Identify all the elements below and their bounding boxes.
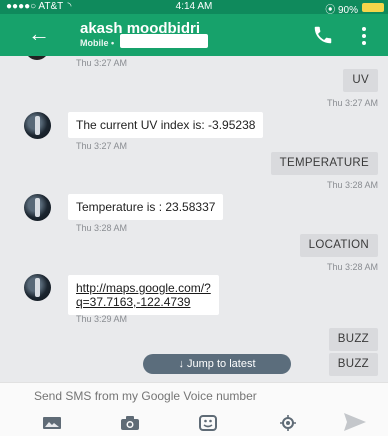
sms-input[interactable] [34,389,334,403]
sticker-icon[interactable] [198,415,218,431]
phone-icon[interactable] [312,24,334,46]
outgoing-message[interactable]: UV [343,69,378,92]
composer [0,382,388,436]
contact-number-label: Mobile • [80,38,115,48]
contact-avatar [25,56,49,60]
outgoing-message[interactable]: LOCATION [299,234,378,257]
image-icon[interactable] [42,415,62,431]
outgoing-message[interactable]: TEMPERATURE [270,152,378,175]
incoming-message[interactable]: Temperature is : 23.58337 [68,194,224,220]
incoming-message-link[interactable]: http://maps.google.com/? q=37.7163,-122.… [68,275,219,315]
message-timestamp: Thu 3:28 AM [76,223,128,233]
message-timestamp: Thu 3:28 AM [326,180,378,190]
contact-avatar [24,194,51,221]
outgoing-message[interactable]: BUZZ [328,328,378,351]
camera-icon[interactable] [120,415,140,431]
jump-to-latest-button[interactable]: ↓ Jump to latest [143,354,291,374]
more-vert-icon[interactable] [358,24,370,46]
send-icon[interactable] [342,409,368,435]
message-thread[interactable]: Thu 3:27 AM UV Thu 3:27 AM The current U… [0,56,388,382]
outgoing-message[interactable]: BUZZ [328,353,378,376]
battery-icon [362,3,384,12]
message-timestamp: Thu 3:28 AM [326,262,378,272]
back-arrow-icon[interactable]: ← [28,21,50,47]
status-bar: ●●●●○ AT&T ◝ 4:14 AM ⦿ 90% [0,0,388,16]
message-timestamp: Thu 3:27 AM [76,141,128,151]
message-timestamp: Thu 3:27 AM [76,58,128,68]
contact-avatar [24,112,51,139]
app-bar: ← akash moodbidri Mobile • [0,14,388,56]
redacted-phone-number [120,34,208,48]
maps-link-line1[interactable]: http://maps.google.com/? [76,281,211,295]
contact-avatar [24,274,51,301]
message-timestamp: Thu 3:29 AM [76,314,128,324]
incoming-message[interactable]: The current UV index is: -3.95238 [68,112,264,138]
message-timestamp: Thu 3:27 AM [326,98,378,108]
maps-link-line2[interactable]: q=37.7163,-122.4739 [76,295,211,309]
location-icon[interactable] [278,415,298,431]
